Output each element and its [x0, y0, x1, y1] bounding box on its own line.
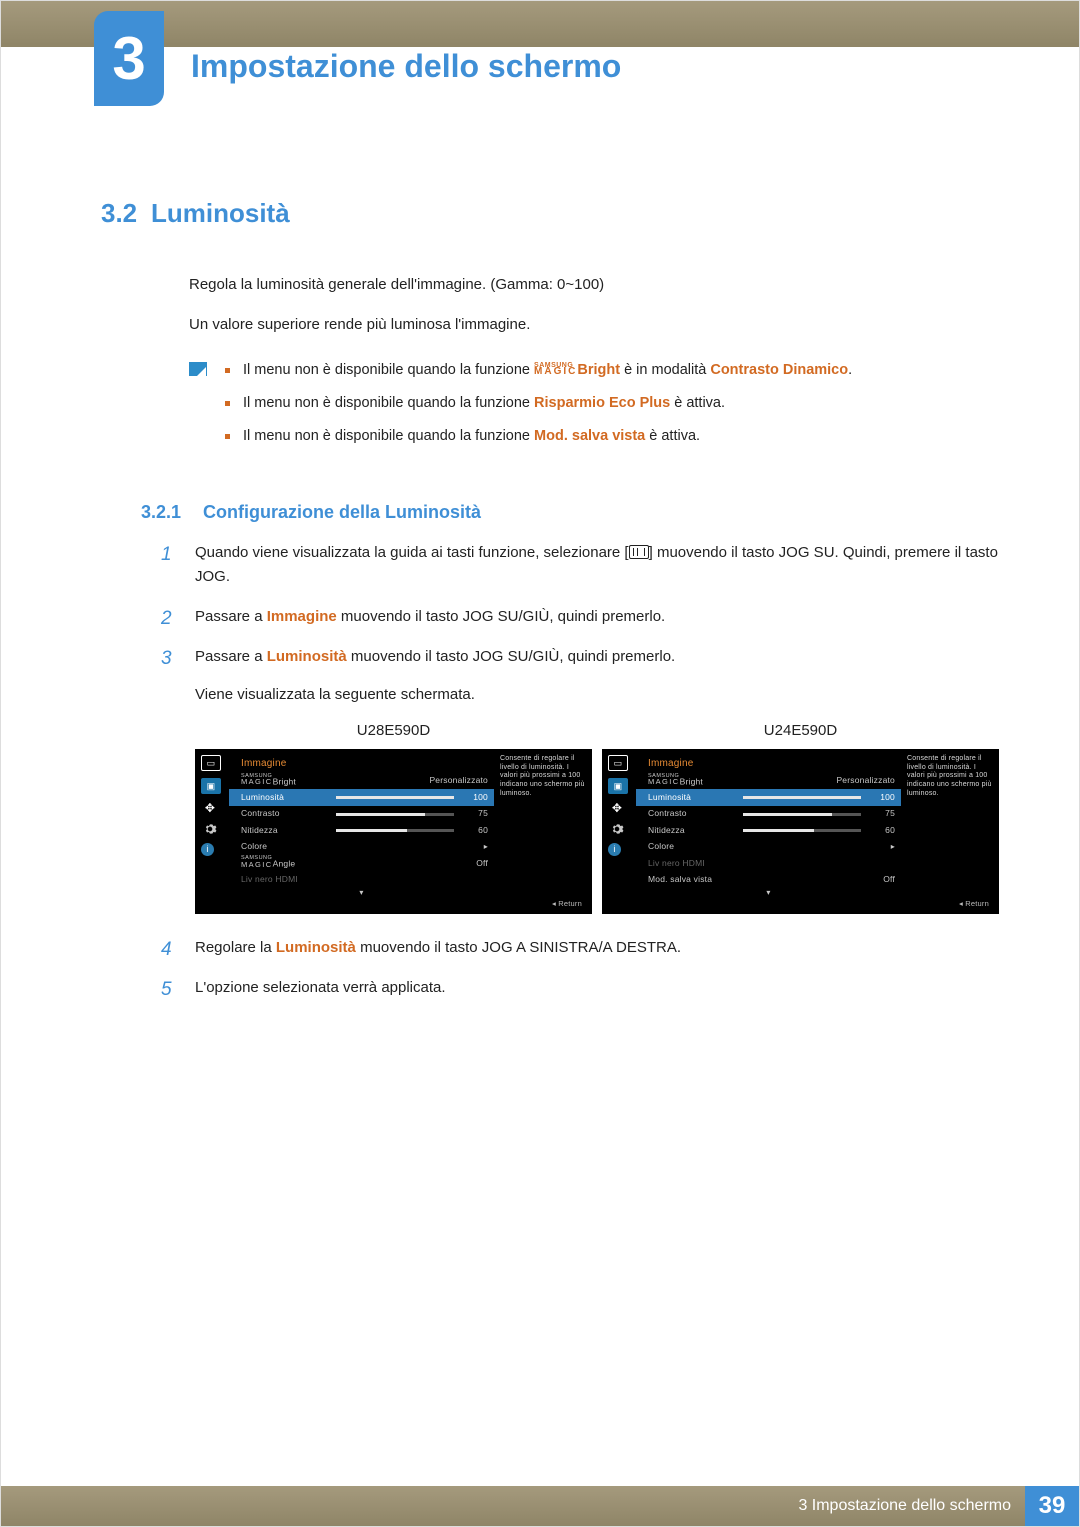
step-text: L'opzione selezionata verrà applicata.: [195, 979, 446, 996]
step-item: Passare a Immagine muovendo il tasto JOG…: [161, 605, 999, 629]
screenshot-area: U28E590D U24E590D Immagine ▭ ▣ ✥ i: [195, 719, 999, 914]
osd-row: Nitidezza60: [636, 822, 901, 839]
chevron-down-icon: ▾: [359, 887, 363, 900]
monitor-icon: ▭: [201, 755, 221, 771]
gear-icon: [201, 822, 219, 836]
step-item: L'opzione selezionata verrà applicata.: [161, 976, 999, 1000]
step-text: Passare a: [195, 648, 267, 665]
steps-list: Quando viene visualizzata la guida ai ta…: [161, 541, 999, 1000]
osd-row: SAMSUNGMAGICAngleOff: [229, 855, 494, 872]
bright-word: Bright: [577, 362, 620, 378]
step-item: Passare a Luminosità muovendo il tasto J…: [161, 645, 999, 914]
step-term: Luminosità: [267, 648, 347, 665]
model-label: U28E590D: [195, 719, 592, 743]
step-text: Quando viene visualizzata la guida ai ta…: [195, 544, 629, 561]
note-text: è attiva.: [670, 395, 725, 411]
arrows-icon: ✥: [608, 801, 626, 815]
note-block: Il menu non è disponibile quando la funz…: [189, 359, 999, 459]
step-text: muovendo il tasto JOG SU/GIÙ, quindi pre…: [347, 648, 675, 665]
page-number: 39: [1025, 1486, 1079, 1526]
osd-screenshot: Immagine ▭ ▣ ✥ i SAMSUNGMAGICBright: [602, 749, 999, 914]
intro-p1: Regola la luminosità generale dell'immag…: [189, 273, 999, 297]
osd-value: Personalizzato: [429, 774, 488, 788]
note-item: Il menu non è disponibile quando la funz…: [225, 359, 852, 382]
note-item: Il menu non è disponibile quando la funz…: [225, 392, 852, 415]
step-text: muovendo il tasto JOG A SINISTRA/A DESTR…: [356, 939, 681, 956]
section-title: Luminosità: [151, 198, 290, 228]
chevron-down-icon: ▾: [766, 887, 770, 900]
info-icon: i: [201, 843, 214, 856]
subsection-number: 3.2.1: [141, 498, 203, 527]
step-text: Passare a: [195, 608, 267, 625]
magic-label: SAMSUNGMAGIC: [241, 856, 273, 868]
footer-bar: 3 Impostazione dello schermo 39: [1, 1486, 1079, 1526]
osd-row-selected: Luminosità100: [636, 789, 901, 806]
monitor-icon: ▭: [608, 755, 628, 771]
magic-label: SAMSUNGMAGIC: [648, 774, 680, 786]
osd-row: Colore▸: [229, 839, 494, 856]
note-icon: [189, 362, 207, 376]
info-icon: i: [608, 843, 621, 856]
osd-screenshot: Immagine ▭ ▣ ✥ i SAMSUNGMAGICBright: [195, 749, 592, 914]
note-text: Il menu non è disponibile quando la funz…: [243, 428, 534, 444]
picture-icon: ▣: [201, 778, 221, 794]
note-term: Contrasto Dinamico: [710, 362, 848, 378]
footer-text: 3 Impostazione dello schermo: [798, 1493, 1011, 1519]
note-term: Risparmio Eco Plus: [534, 395, 670, 411]
notes-list: Il menu non è disponibile quando la funz…: [225, 359, 852, 459]
note-text: Il menu non è disponibile quando la funz…: [243, 395, 534, 411]
osd-row: Contrasto75: [229, 806, 494, 823]
chevron-right-icon: ▸: [484, 841, 488, 854]
chevron-right-icon: ▸: [891, 841, 895, 854]
note-text: .: [848, 362, 852, 378]
content-area: 3.2Luminosità Regola la luminosità gener…: [101, 193, 999, 1016]
model-label: U24E590D: [602, 719, 999, 743]
section-heading: 3.2Luminosità: [101, 193, 999, 235]
osd-hint: Consente di regolare il livello di lumin…: [500, 755, 586, 799]
chapter-title: Impostazione dello schermo: [191, 41, 621, 92]
osd-menu: SAMSUNGMAGICBright Personalizzato Lumino…: [636, 773, 901, 889]
osd-row: Nitidezza60: [229, 822, 494, 839]
gear-icon: [608, 822, 626, 836]
step-term: Luminosità: [276, 939, 356, 956]
osd-hint: Consente di regolare il livello di lumin…: [907, 755, 993, 799]
note-text: è attiva.: [645, 428, 700, 444]
subsection-title: Configurazione della Luminosità: [203, 502, 481, 522]
section-number: 3.2: [101, 193, 151, 235]
osd-return: ◂ Return: [959, 898, 989, 910]
step-item: Quando viene visualizzata la guida ai ta…: [161, 541, 999, 589]
osd-sidebar: ▭ ▣ ✥ i: [201, 755, 221, 856]
osd-row-selected: Luminosità100: [229, 789, 494, 806]
osd-row: SAMSUNGMAGICBright Personalizzato: [229, 773, 494, 790]
osd-value: Personalizzato: [836, 774, 895, 788]
step-item: Regolare la Luminosità muovendo il tasto…: [161, 936, 999, 960]
step-text: muovendo il tasto JOG SU/GIÙ, quindi pre…: [337, 608, 665, 625]
step-extra: Viene visualizzata la seguente schermata…: [195, 683, 999, 707]
note-text: Il menu non è disponibile quando la funz…: [243, 362, 534, 378]
chapter-badge: 3: [94, 11, 164, 106]
osd-menu: SAMSUNGMAGICBright Personalizzato Lumino…: [229, 773, 494, 889]
osd-row: SAMSUNGMAGICBright Personalizzato: [636, 773, 901, 790]
menu-icon: [629, 545, 649, 559]
magic-label: SAMSUNGMAGIC: [241, 774, 273, 786]
note-item: Il menu non è disponibile quando la funz…: [225, 425, 852, 448]
note-text: è in modalità: [620, 362, 710, 378]
magic-word: MAGIC: [534, 367, 577, 377]
subsection-heading: 3.2.1Configurazione della Luminosità: [141, 498, 999, 527]
step-text: Regolare la: [195, 939, 276, 956]
osd-row-disabled: Liv nero HDMI: [636, 855, 901, 872]
intro-p2: Un valore superiore rende più luminosa l…: [189, 313, 999, 337]
osd-row: Contrasto75: [636, 806, 901, 823]
note-term: Mod. salva vista: [534, 428, 645, 444]
arrows-icon: ✥: [201, 801, 219, 815]
osd-row: Colore▸: [636, 839, 901, 856]
osd-sidebar: ▭ ▣ ✥ i: [608, 755, 628, 856]
step-term: Immagine: [267, 608, 337, 625]
osd-return: ◂ Return: [552, 898, 582, 910]
manual-page: 3 Impostazione dello schermo 3.2Luminosi…: [0, 0, 1080, 1527]
samsung-magic-label: SAMSUNGMAGIC: [534, 362, 577, 377]
picture-icon: ▣: [608, 778, 628, 794]
